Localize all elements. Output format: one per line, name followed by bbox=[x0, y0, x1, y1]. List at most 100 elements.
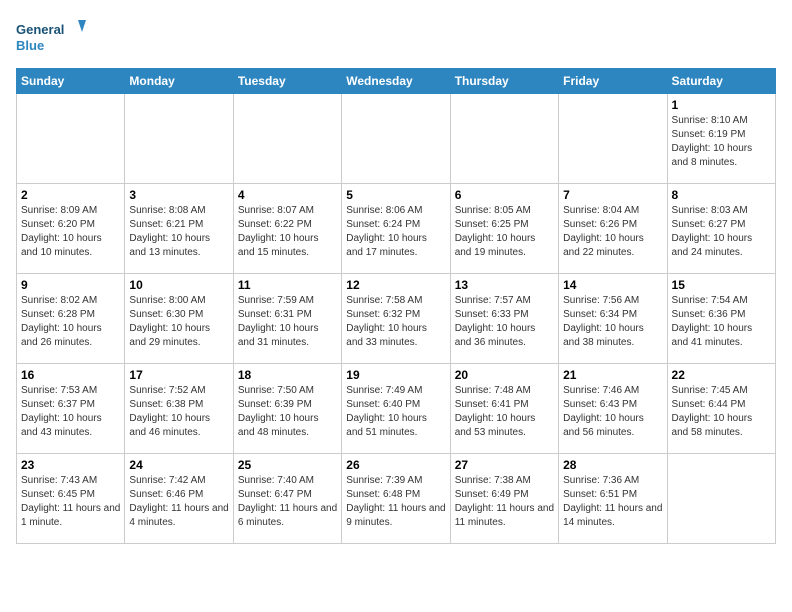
day-number: 19 bbox=[346, 368, 445, 382]
weekday-header: Tuesday bbox=[233, 69, 341, 94]
day-number: 24 bbox=[129, 458, 228, 472]
day-info: Sunrise: 7:56 AM Sunset: 6:34 PM Dayligh… bbox=[563, 294, 662, 350]
day-number: 5 bbox=[346, 188, 445, 202]
calendar-cell: 2 Sunrise: 8:09 AM Sunset: 6:20 PM Daylig… bbox=[17, 184, 125, 274]
calendar-cell bbox=[559, 94, 667, 184]
weekday-header: Friday bbox=[559, 69, 667, 94]
day-info: Sunrise: 8:03 AM Sunset: 6:27 PM Dayligh… bbox=[672, 204, 771, 260]
day-info: Sunrise: 8:09 AM Sunset: 6:20 PM Dayligh… bbox=[21, 204, 120, 260]
day-info: Sunrise: 8:04 AM Sunset: 6:26 PM Dayligh… bbox=[563, 204, 662, 260]
calendar-table: SundayMondayTuesdayWednesdayThursdayFrid… bbox=[16, 68, 776, 544]
day-number: 26 bbox=[346, 458, 445, 472]
calendar-cell: 14 Sunrise: 7:56 AM Sunset: 6:34 PM Dayli… bbox=[559, 274, 667, 364]
day-info: Sunrise: 8:10 AM Sunset: 6:19 PM Dayligh… bbox=[672, 114, 771, 170]
calendar-cell: 25 Sunrise: 7:40 AM Sunset: 6:47 PM Dayli… bbox=[233, 454, 341, 544]
day-info: Sunrise: 7:36 AM Sunset: 6:51 PM Dayligh… bbox=[563, 474, 662, 530]
day-info: Sunrise: 8:02 AM Sunset: 6:28 PM Dayligh… bbox=[21, 294, 120, 350]
day-number: 11 bbox=[238, 278, 337, 292]
day-number: 27 bbox=[455, 458, 554, 472]
day-number: 25 bbox=[238, 458, 337, 472]
calendar-cell: 11 Sunrise: 7:59 AM Sunset: 6:31 PM Dayli… bbox=[233, 274, 341, 364]
calendar-cell: 27 Sunrise: 7:38 AM Sunset: 6:49 PM Dayli… bbox=[450, 454, 558, 544]
calendar-cell: 3 Sunrise: 8:08 AM Sunset: 6:21 PM Daylig… bbox=[125, 184, 233, 274]
calendar-cell bbox=[125, 94, 233, 184]
day-info: Sunrise: 7:52 AM Sunset: 6:38 PM Dayligh… bbox=[129, 384, 228, 440]
calendar-cell: 23 Sunrise: 7:43 AM Sunset: 6:45 PM Dayli… bbox=[17, 454, 125, 544]
calendar-cell: 19 Sunrise: 7:49 AM Sunset: 6:40 PM Dayli… bbox=[342, 364, 450, 454]
day-number: 7 bbox=[563, 188, 662, 202]
calendar-cell: 17 Sunrise: 7:52 AM Sunset: 6:38 PM Dayli… bbox=[125, 364, 233, 454]
day-number: 12 bbox=[346, 278, 445, 292]
day-number: 20 bbox=[455, 368, 554, 382]
day-number: 15 bbox=[672, 278, 771, 292]
day-info: Sunrise: 7:54 AM Sunset: 6:36 PM Dayligh… bbox=[672, 294, 771, 350]
svg-text:Blue: Blue bbox=[16, 38, 44, 53]
day-info: Sunrise: 8:06 AM Sunset: 6:24 PM Dayligh… bbox=[346, 204, 445, 260]
day-info: Sunrise: 7:43 AM Sunset: 6:45 PM Dayligh… bbox=[21, 474, 120, 530]
day-info: Sunrise: 7:59 AM Sunset: 6:31 PM Dayligh… bbox=[238, 294, 337, 350]
calendar-cell: 7 Sunrise: 8:04 AM Sunset: 6:26 PM Daylig… bbox=[559, 184, 667, 274]
calendar-week-row: 9 Sunrise: 8:02 AM Sunset: 6:28 PM Daylig… bbox=[17, 274, 776, 364]
calendar-cell: 12 Sunrise: 7:58 AM Sunset: 6:32 PM Dayli… bbox=[342, 274, 450, 364]
calendar-cell bbox=[450, 94, 558, 184]
day-info: Sunrise: 7:57 AM Sunset: 6:33 PM Dayligh… bbox=[455, 294, 554, 350]
day-number: 16 bbox=[21, 368, 120, 382]
calendar-cell: 6Sunrise: 8:05 AM Sunset: 6:25 PM Daylig… bbox=[450, 184, 558, 274]
calendar-cell bbox=[17, 94, 125, 184]
day-number: 1 bbox=[672, 98, 771, 112]
day-number: 28 bbox=[563, 458, 662, 472]
calendar-cell: 9 Sunrise: 8:02 AM Sunset: 6:28 PM Daylig… bbox=[17, 274, 125, 364]
calendar-cell: 16 Sunrise: 7:53 AM Sunset: 6:37 PM Dayli… bbox=[17, 364, 125, 454]
day-info: Sunrise: 7:50 AM Sunset: 6:39 PM Dayligh… bbox=[238, 384, 337, 440]
day-number: 4 bbox=[238, 188, 337, 202]
calendar-cell: 26 Sunrise: 7:39 AM Sunset: 6:48 PM Dayli… bbox=[342, 454, 450, 544]
day-number: 9 bbox=[21, 278, 120, 292]
day-number: 18 bbox=[238, 368, 337, 382]
calendar-cell: 28 Sunrise: 7:36 AM Sunset: 6:51 PM Dayli… bbox=[559, 454, 667, 544]
day-number: 3 bbox=[129, 188, 228, 202]
day-info: Sunrise: 8:08 AM Sunset: 6:21 PM Dayligh… bbox=[129, 204, 228, 260]
day-info: Sunrise: 7:45 AM Sunset: 6:44 PM Dayligh… bbox=[672, 384, 771, 440]
day-number: 10 bbox=[129, 278, 228, 292]
day-info: Sunrise: 7:49 AM Sunset: 6:40 PM Dayligh… bbox=[346, 384, 445, 440]
day-info: Sunrise: 7:53 AM Sunset: 6:37 PM Dayligh… bbox=[21, 384, 120, 440]
calendar-cell: 21 Sunrise: 7:46 AM Sunset: 6:43 PM Dayli… bbox=[559, 364, 667, 454]
day-info: Sunrise: 8:07 AM Sunset: 6:22 PM Dayligh… bbox=[238, 204, 337, 260]
day-number: 23 bbox=[21, 458, 120, 472]
calendar-week-row: 1 Sunrise: 8:10 AM Sunset: 6:19 PM Daylig… bbox=[17, 94, 776, 184]
calendar-cell bbox=[667, 454, 775, 544]
logo-svg: General Blue bbox=[16, 16, 86, 56]
day-number: 2 bbox=[21, 188, 120, 202]
calendar-cell bbox=[342, 94, 450, 184]
day-number: 13 bbox=[455, 278, 554, 292]
day-info: Sunrise: 7:46 AM Sunset: 6:43 PM Dayligh… bbox=[563, 384, 662, 440]
day-info: Sunrise: 7:42 AM Sunset: 6:46 PM Dayligh… bbox=[129, 474, 228, 530]
page-header: General Blue bbox=[16, 16, 776, 56]
calendar-week-row: 16 Sunrise: 7:53 AM Sunset: 6:37 PM Dayli… bbox=[17, 364, 776, 454]
calendar-cell: 18 Sunrise: 7:50 AM Sunset: 6:39 PM Dayli… bbox=[233, 364, 341, 454]
weekday-header: Thursday bbox=[450, 69, 558, 94]
day-info: Sunrise: 7:40 AM Sunset: 6:47 PM Dayligh… bbox=[238, 474, 337, 530]
day-number: 21 bbox=[563, 368, 662, 382]
calendar-cell: 4 Sunrise: 8:07 AM Sunset: 6:22 PM Daylig… bbox=[233, 184, 341, 274]
calendar-cell: 22Sunrise: 7:45 AM Sunset: 6:44 PM Dayli… bbox=[667, 364, 775, 454]
calendar-cell bbox=[233, 94, 341, 184]
day-number: 17 bbox=[129, 368, 228, 382]
day-number: 14 bbox=[563, 278, 662, 292]
day-info: Sunrise: 7:39 AM Sunset: 6:48 PM Dayligh… bbox=[346, 474, 445, 530]
day-info: Sunrise: 7:58 AM Sunset: 6:32 PM Dayligh… bbox=[346, 294, 445, 350]
weekday-header: Sunday bbox=[17, 69, 125, 94]
weekday-header: Wednesday bbox=[342, 69, 450, 94]
calendar-cell: 8Sunrise: 8:03 AM Sunset: 6:27 PM Daylig… bbox=[667, 184, 775, 274]
day-info: Sunrise: 7:38 AM Sunset: 6:49 PM Dayligh… bbox=[455, 474, 554, 530]
calendar-cell: 10 Sunrise: 8:00 AM Sunset: 6:30 PM Dayli… bbox=[125, 274, 233, 364]
weekday-header: Saturday bbox=[667, 69, 775, 94]
day-number: 6 bbox=[455, 188, 554, 202]
calendar-cell: 24 Sunrise: 7:42 AM Sunset: 6:46 PM Dayli… bbox=[125, 454, 233, 544]
weekday-header: Monday bbox=[125, 69, 233, 94]
logo: General Blue bbox=[16, 16, 86, 56]
calendar-cell: 1 Sunrise: 8:10 AM Sunset: 6:19 PM Daylig… bbox=[667, 94, 775, 184]
day-info: Sunrise: 8:00 AM Sunset: 6:30 PM Dayligh… bbox=[129, 294, 228, 350]
calendar-cell: 5 Sunrise: 8:06 AM Sunset: 6:24 PM Daylig… bbox=[342, 184, 450, 274]
svg-text:General: General bbox=[16, 22, 64, 37]
